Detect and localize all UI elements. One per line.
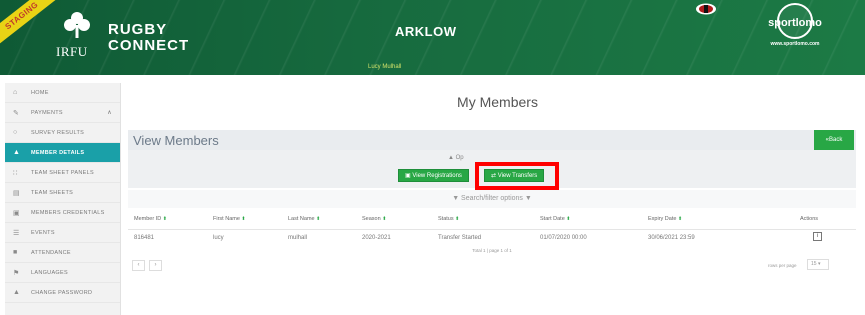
file-icon: ▤ xyxy=(13,189,20,197)
sort-icon: ⬍ xyxy=(241,216,246,222)
column-header-actions: Actions xyxy=(800,216,819,222)
sidebar-item-payments[interactable]: ✎ PAYMENTS ∧ xyxy=(5,103,120,123)
chevron-down-icon: ▾ xyxy=(817,261,821,267)
cell-last-name: mulhall xyxy=(288,235,308,241)
sidebar-item-label: LANGUAGES xyxy=(31,269,68,276)
sidebar-item-change-password[interactable]: ▲ CHANGE PASSWORD xyxy=(5,283,120,303)
brand-line-1: RUGBY xyxy=(108,21,168,38)
highlight-box xyxy=(475,162,559,190)
page-title: My Members xyxy=(457,94,538,110)
user-name[interactable]: Lucy Mulhall xyxy=(368,64,401,70)
column-header-label: Last Name xyxy=(288,216,315,222)
sidebar-item-label: EVENTS xyxy=(31,229,55,236)
group-icon: ∷ xyxy=(13,169,18,177)
sidebar-item-team-sheet-panels[interactable]: ∷ TEAM SHEET PANELS xyxy=(5,163,120,183)
rows-per-page-value: 15 xyxy=(811,261,817,267)
flag-icon: ⚑ xyxy=(13,269,20,277)
sidebar-item-label: HOME xyxy=(31,89,49,96)
cell-status: Transfer Started xyxy=(438,235,482,241)
sidebar-item-label: ATTENDANCE xyxy=(31,249,71,256)
user-icon: ▲ xyxy=(13,149,21,156)
cell-member-id: 816481 xyxy=(134,235,155,241)
sort-icon: ⬍ xyxy=(677,216,683,222)
circle-icon: ○ xyxy=(13,129,18,136)
cell-first-name: lucy xyxy=(213,235,224,241)
sportlomo-name: sportlomo xyxy=(768,17,822,29)
view-registrations-label: View Registrations xyxy=(412,173,462,179)
sidebar-item-home[interactable]: ⌂ HOME xyxy=(5,83,120,103)
sidebar-item-label: CHANGE PASSWORD xyxy=(31,289,93,296)
column-header-start-date[interactable]: Start Date ⬍ xyxy=(540,216,571,222)
shamrock-icon xyxy=(64,12,90,38)
panel-title: View Members xyxy=(133,133,219,148)
next-page-button[interactable]: › xyxy=(149,260,162,271)
sidebar-item-label: PAYMENTS xyxy=(31,109,63,116)
view-registrations-button[interactable]: ▣ View Registrations xyxy=(398,169,469,182)
column-header-label: Status xyxy=(438,216,454,222)
pagination-total: Total 1 | page 1 of 1 xyxy=(472,248,512,253)
sidebar-item-survey-results[interactable]: ○ SURVEY RESULTS xyxy=(5,123,120,143)
user-lock-icon: ▲ xyxy=(13,289,21,296)
search-filter-toggle[interactable]: ▼ Search/filter options ▼ xyxy=(128,190,856,208)
cell-expiry-date: 30/06/2021 23:59 xyxy=(648,235,695,241)
sidebar-item-label: MEMBER DETAILS xyxy=(31,149,85,156)
app-header: STAGING IRFU RUGBY CONNECT ARKLOW Lucy M… xyxy=(0,0,865,75)
column-header-label: Season xyxy=(362,216,381,222)
column-header-label: Member ID xyxy=(134,216,162,222)
sidebar-item-label: MEMBERS CREDENTIALS xyxy=(31,209,105,216)
sportlomo-logo[interactable]: sportlomo www.sportlomo.com xyxy=(760,3,830,53)
table-row[interactable]: 816481 lucy mulhall 2020-2021 Transfer S… xyxy=(128,229,856,246)
sort-icon: ⬍ xyxy=(382,216,387,222)
column-header-last-name[interactable]: Last Name ⬍ xyxy=(288,216,320,222)
column-header-label: First Name xyxy=(213,216,240,222)
sort-icon: ⬍ xyxy=(162,216,167,222)
column-header-member-id[interactable]: Member ID ⬍ xyxy=(134,216,167,222)
sidebar-item-members-credentials[interactable]: ▣ MEMBERS CREDENTIALS xyxy=(5,203,120,223)
irfu-text: IRFU xyxy=(56,44,88,59)
cell-season: 2020-2021 xyxy=(362,235,391,241)
sportlomo-url: www.sportlomo.com xyxy=(770,41,820,47)
edit-icon: ✎ xyxy=(13,109,20,117)
column-header-expiry-date[interactable]: Expiry Date ⬍ xyxy=(648,216,682,222)
sort-icon: ⬍ xyxy=(566,216,571,222)
view-details-icon[interactable]: i xyxy=(813,232,822,241)
column-header-label: Start Date xyxy=(540,216,565,222)
sidebar-item-label: TEAM SHEETS xyxy=(31,189,74,196)
id-card-icon: ▣ xyxy=(13,209,20,217)
brand-title: RUGBY CONNECT xyxy=(108,22,189,54)
sidebar-item-languages[interactable]: ⚑ LANGUAGES xyxy=(5,263,120,283)
options-toggle[interactable]: ▲ Op xyxy=(448,155,464,161)
club-name: ARKLOW xyxy=(395,24,457,39)
sidebar: ⌂ HOME ✎ PAYMENTS ∧ ○ SURVEY RESULTS ▲ M… xyxy=(5,83,121,315)
clipboard-icon: ■ xyxy=(13,249,18,256)
column-header-label: Expiry Date xyxy=(648,216,677,222)
column-header-season[interactable]: Season ⬍ xyxy=(362,216,386,222)
chevron-up-icon: ∧ xyxy=(107,110,112,116)
home-icon: ⌂ xyxy=(13,89,18,96)
rows-per-page-select[interactable]: 15 ▾ xyxy=(807,259,829,270)
table-header: Member ID ⬍ First Name ⬍ Last Name ⬍ Sea… xyxy=(128,210,856,228)
column-header-first-name[interactable]: First Name ⬍ xyxy=(213,216,246,222)
cell-start-date: 01/07/2020 00:00 xyxy=(540,235,587,241)
registrations-icon: ▣ xyxy=(405,173,411,179)
sort-icon: ⬍ xyxy=(455,216,460,222)
sidebar-item-label: SURVEY RESULTS xyxy=(31,129,85,136)
sidebar-item-team-sheets[interactable]: ▤ TEAM SHEETS xyxy=(5,183,120,203)
club-badge-icon xyxy=(696,3,716,15)
back-button[interactable]: «Back xyxy=(814,130,854,150)
rows-per-page-label: rows per page xyxy=(768,263,797,268)
brand-line-2: CONNECT xyxy=(108,37,190,54)
sort-icon: ⬍ xyxy=(316,216,321,222)
column-header-status[interactable]: Status ⬍ xyxy=(438,216,459,222)
sidebar-item-member-details[interactable]: ▲ MEMBER DETAILS xyxy=(5,143,120,163)
sidebar-item-events[interactable]: ☰ EVENTS xyxy=(5,223,120,243)
prev-page-button[interactable]: ‹ xyxy=(132,260,145,271)
panel-header: View Members xyxy=(128,130,856,150)
list-icon: ☰ xyxy=(13,229,20,237)
sidebar-item-label: TEAM SHEET PANELS xyxy=(31,169,94,176)
sidebar-item-attendance[interactable]: ■ ATTENDANCE xyxy=(5,243,120,263)
